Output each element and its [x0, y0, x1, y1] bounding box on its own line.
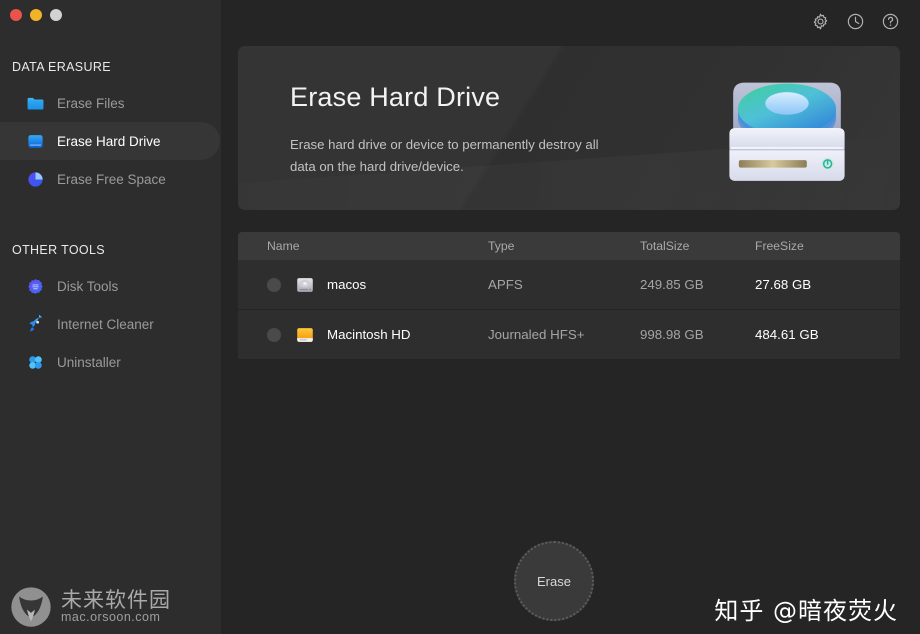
disk-orange-icon [294, 324, 316, 346]
window-traffic-lights [10, 9, 62, 21]
sidebar-item-erase-files[interactable]: Erase Files [0, 84, 221, 122]
sidebar-item-label: Disk Tools [57, 278, 119, 294]
app-window: DATA ERASURE Erase Files Erase Hard Driv… [0, 0, 920, 634]
watermark-orsoon-url: mac.orsoon.com [61, 610, 161, 625]
sidebar-item-label: Erase Files [57, 95, 125, 111]
orsoon-logo-icon [11, 587, 51, 627]
row-name: Macintosh HD [327, 327, 411, 342]
sidebar-section-title-data-erasure: DATA ERASURE [12, 60, 111, 74]
topbar [811, 0, 920, 42]
harddrive-icon [26, 132, 45, 151]
sidebar-item-label: Internet Cleaner [57, 316, 154, 332]
page-title: Erase Hard Drive [290, 82, 501, 112]
column-header-freesize: FreeSize [755, 239, 804, 253]
erase-button-label: Erase [537, 573, 571, 589]
table-header-row: Name Type TotalSize FreeSize [238, 232, 900, 260]
disk-tools-icon [26, 277, 45, 296]
sidebar-item-uninstaller[interactable]: Uninstaller [0, 343, 221, 381]
piechart-icon [26, 170, 45, 189]
row-total-size: 249.85 GB [640, 277, 704, 292]
window-maximize-button[interactable] [50, 9, 62, 21]
page-banner: Erase Hard Drive Erase hard drive or dev… [238, 46, 900, 210]
row-free-size: 484.61 GB [755, 327, 819, 342]
help-icon[interactable] [881, 12, 900, 31]
sidebar-item-label: Erase Hard Drive [57, 133, 161, 149]
sidebar-item-erase-free-space[interactable]: Erase Free Space [0, 160, 221, 198]
sidebar-item-erase-hard-drive[interactable]: Erase Hard Drive [0, 122, 220, 160]
row-select-radio[interactable] [267, 277, 281, 292]
column-header-type: Type [488, 239, 515, 253]
disk-gray-icon [294, 274, 316, 296]
folder-icon [26, 94, 45, 113]
erase-button[interactable]: Erase [514, 541, 594, 621]
row-free-size: 27.68 GB [755, 277, 812, 292]
row-type: Journaled HFS+ [488, 327, 585, 342]
row-total-size: 998.98 GB [640, 327, 704, 342]
sidebar-list-other-tools: Disk Tools Internet Cleaner Uninstaller [0, 267, 221, 381]
four-dots-icon [26, 353, 45, 372]
table-row[interactable]: Macintosh HD Journaled HFS+ 998.98 GB 48… [238, 310, 900, 360]
sidebar-item-disk-tools[interactable]: Disk Tools [0, 267, 221, 305]
rocket-icon [26, 313, 45, 334]
sidebar-section-title-other-tools: OTHER TOOLS [12, 243, 105, 257]
window-close-button[interactable] [10, 9, 22, 21]
sidebar-item-label: Uninstaller [57, 354, 121, 370]
history-icon[interactable] [846, 12, 865, 31]
watermark-orsoon-zh: 未来软件园 [61, 588, 171, 613]
watermark-zhihu: 知乎 @暗夜荧火 [714, 597, 898, 625]
sidebar-item-internet-cleaner[interactable]: Internet Cleaner [0, 305, 221, 343]
sidebar-list-data-erasure: Erase Files Erase Hard Drive Erase Free … [0, 84, 221, 198]
column-header-name: Name [267, 239, 300, 253]
sidebar-item-label: Erase Free Space [57, 171, 166, 187]
window-minimize-button[interactable] [30, 9, 42, 21]
sidebar: DATA ERASURE Erase Files Erase Hard Driv… [0, 0, 221, 634]
main-content: Erase Hard Drive Erase hard drive or dev… [221, 0, 920, 634]
column-header-totalsize: TotalSize [640, 239, 690, 253]
row-name: macos [327, 277, 367, 292]
page-subtitle: Erase hard drive or device to permanentl… [290, 137, 599, 174]
disks-table: Name Type TotalSize FreeSize macos APFS … [238, 232, 900, 360]
watermark-orsoon: 未来软件园 mac.orsoon.com [10, 586, 171, 628]
gear-icon[interactable] [811, 12, 830, 31]
row-select-radio[interactable] [267, 327, 281, 342]
row-type: APFS [488, 277, 523, 292]
table-row[interactable]: macos APFS 249.85 GB 27.68 GB [238, 260, 900, 310]
hard-drive-illustration [716, 60, 858, 196]
